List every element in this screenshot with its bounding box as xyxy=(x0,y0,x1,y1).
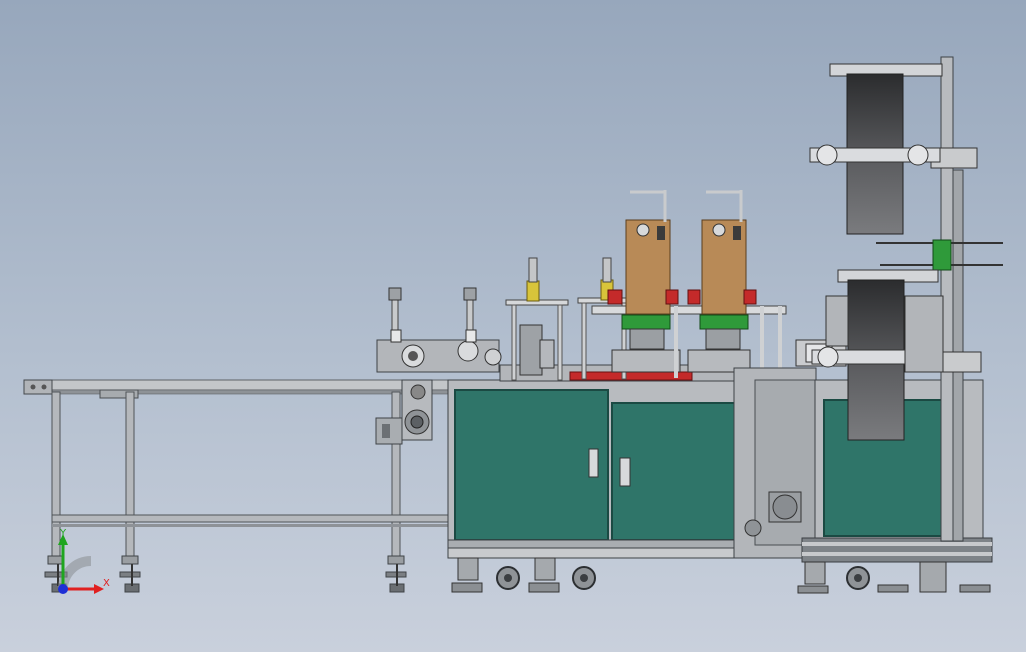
machine-model[interactable]: Y X xyxy=(0,0,1026,652)
y-axis-label: Y xyxy=(59,528,67,539)
nose-wire-unit xyxy=(376,287,502,373)
cabinet-casters xyxy=(451,557,596,593)
x-axis-label: X xyxy=(103,578,110,589)
worktop-mechanisms xyxy=(499,190,787,382)
main-cabinet xyxy=(447,379,739,559)
cad-viewport[interactable]: Y X xyxy=(0,0,1026,652)
coordinate-triad: Y X xyxy=(58,528,110,594)
